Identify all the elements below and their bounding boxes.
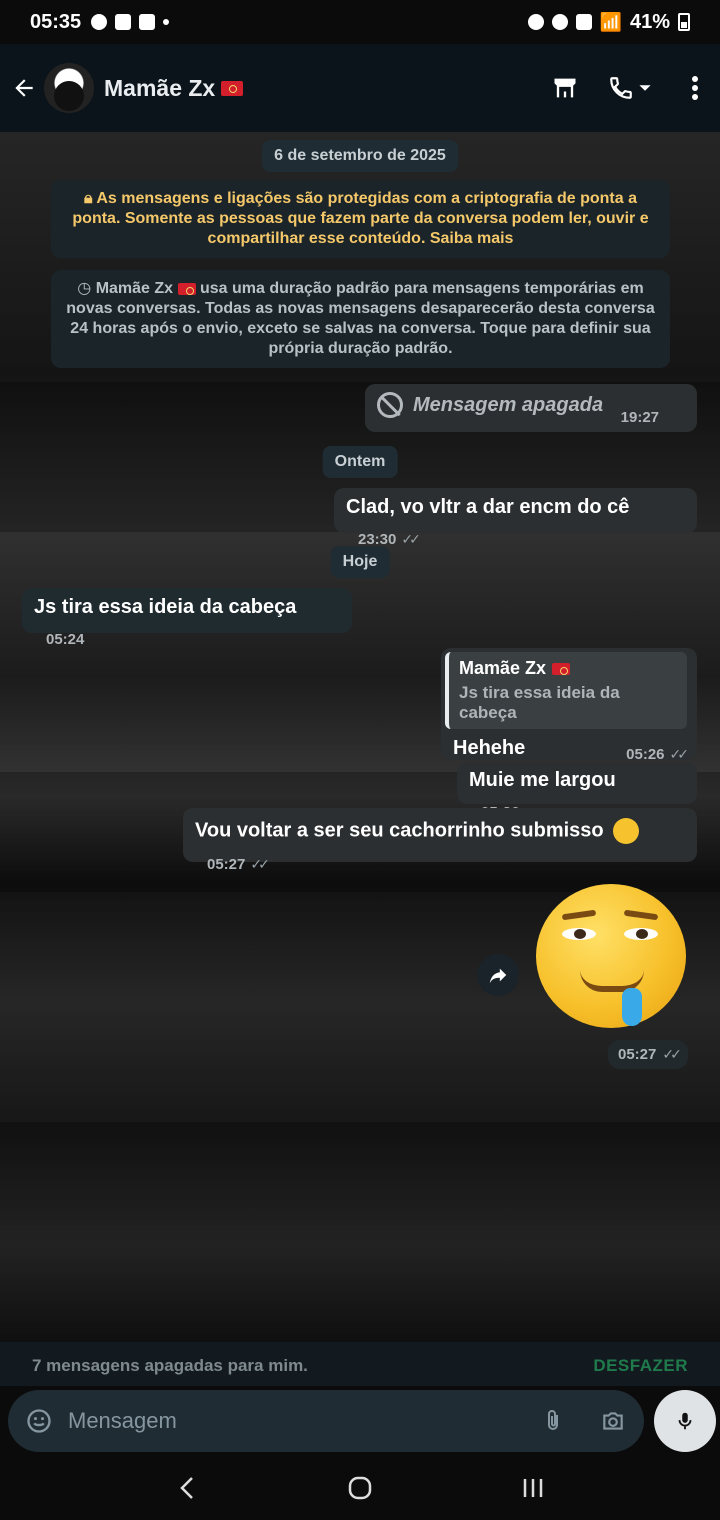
composer-row — [0, 1386, 720, 1456]
drooling-face-emoji-icon — [613, 818, 640, 844]
double-check-icon: ✓✓ — [669, 746, 690, 762]
message-bubble-incoming[interactable]: Js tira essa ideia da cabeça 05:24 — [22, 588, 352, 648]
double-check-icon: ✓✓ — [401, 531, 421, 547]
battery-level: 41% — [629, 10, 670, 33]
wifi-icon: 📶 — [599, 11, 622, 32]
disappearing-notice-name: Mamãe Zx — [95, 280, 174, 297]
deleted-messages-snackbar: 7 mensagens apagadas para mim. DESFAZER — [0, 1342, 720, 1390]
chat-header: Mamãe Zx — [0, 44, 720, 132]
message-composer[interactable] — [8, 1390, 644, 1452]
status-time: 05:35 — [30, 10, 82, 33]
nav-recents-icon[interactable] — [513, 1468, 553, 1508]
message-text: Hehehe — [453, 737, 526, 759]
undo-button[interactable]: DESFAZER — [593, 1356, 688, 1376]
wallpaper-stripe — [0, 1122, 720, 1342]
call-dropdown-icon — [639, 85, 651, 91]
system-navigation-bar — [0, 1456, 720, 1520]
message-bubble-outgoing[interactable]: Vou voltar a ser seu cachorrinho submiss… — [183, 808, 697, 873]
snackbar-text: 7 mensagens apagadas para mim. — [32, 1356, 308, 1375]
reply-message-bubble[interactable]: Mamãe Zx Js tira essa ideia da cabeça He… — [441, 648, 697, 763]
quoted-text: Js tira essa ideia da cabeça — [459, 683, 620, 722]
mic-icon[interactable] — [654, 1390, 716, 1452]
mute-icon — [575, 14, 592, 30]
flag-icon — [177, 282, 196, 295]
date-chip-hoje: Hoje — [330, 546, 390, 578]
message-time: 05:27 — [207, 856, 246, 873]
chat-area[interactable]: 6 de setembro de 2025 🔒︎ As mensagens e … — [0, 132, 720, 1342]
encryption-notice[interactable]: 🔒︎ As mensagens e ligações são protegida… — [51, 180, 670, 258]
message-text: Vou voltar a ser seu cachorrinho submiss… — [195, 819, 604, 842]
more-options-icon[interactable] — [680, 73, 710, 103]
message-time: 05:26 — [626, 746, 665, 763]
message-text: Clad, vo vltr a dar encm do cê — [346, 496, 630, 518]
deleted-message-bubble[interactable]: Mensagem apagada 19:27 — [365, 384, 697, 432]
message-bubble-outgoing[interactable]: Clad, vo vltr a dar encm do cê 23:30 ✓✓ — [334, 488, 697, 548]
quoted-author: Mamãe Zx — [459, 658, 547, 678]
flag-icon — [221, 80, 244, 96]
encryption-notice-text: As mensagens e ligações são protegidas c… — [72, 190, 649, 247]
message-bubble-outgoing[interactable]: Muie me largou 05:26✓✓ — [457, 762, 697, 821]
camera-icon[interactable] — [598, 1406, 628, 1436]
store-icon[interactable] — [550, 73, 580, 103]
whatsapp-notification-icon — [91, 14, 108, 30]
status-bar: 05:35 📶 41% — [0, 0, 720, 44]
flag-icon — [552, 662, 571, 675]
lock-icon: 🔒︎ — [84, 190, 93, 207]
folder-notification-icon — [139, 14, 156, 30]
nav-home-icon[interactable] — [340, 1468, 380, 1508]
deleted-message-text: Mensagem apagada — [413, 393, 604, 416]
voice-call-icon[interactable] — [602, 73, 658, 103]
message-time: 05:24 — [46, 631, 85, 648]
system-icons: 📶 41% — [527, 10, 690, 34]
battery-icon — [678, 13, 690, 31]
message-time: 19:27 — [620, 409, 660, 426]
forward-icon[interactable] — [477, 954, 519, 996]
image-notification-icon — [115, 14, 132, 30]
timer-icon: ◷ — [77, 280, 92, 297]
date-chip: 6 de setembro de 2025 — [262, 140, 458, 172]
more-notifications-icon — [163, 19, 170, 25]
notification-icons — [91, 14, 170, 30]
contact-name[interactable]: Mamãe Zx — [104, 74, 244, 102]
alarm-icon — [551, 14, 568, 30]
nav-back-icon[interactable] — [167, 1468, 207, 1508]
back-arrow-icon[interactable] — [10, 74, 38, 102]
date-chip-ontem: Ontem — [322, 446, 398, 478]
quoted-message[interactable]: Mamãe Zx Js tira essa ideia da cabeça — [445, 652, 687, 729]
double-check-icon: ✓✓ — [662, 1046, 682, 1062]
message-input[interactable] — [68, 1408, 538, 1434]
message-text: Muie me largou — [469, 769, 616, 791]
message-time: 05:27 — [618, 1046, 657, 1063]
header-actions — [550, 73, 710, 103]
message-text: Js tira essa ideia da cabeça — [34, 596, 297, 618]
double-check-icon: ✓✓ — [250, 856, 270, 872]
contact-name-text: Mamãe Zx — [104, 74, 216, 101]
deleted-icon — [377, 392, 403, 418]
sticker-icon[interactable] — [24, 1406, 54, 1436]
sticker-drooling-face[interactable] — [536, 884, 690, 1032]
contact-avatar[interactable] — [44, 63, 94, 113]
sticker-meta: 05:27 ✓✓ — [608, 1040, 688, 1069]
disappearing-messages-notice[interactable]: ◷ Mamãe Zx usa uma duração padrão para m… — [51, 270, 670, 368]
nfc-icon — [527, 14, 544, 30]
attach-icon[interactable] — [538, 1406, 568, 1436]
